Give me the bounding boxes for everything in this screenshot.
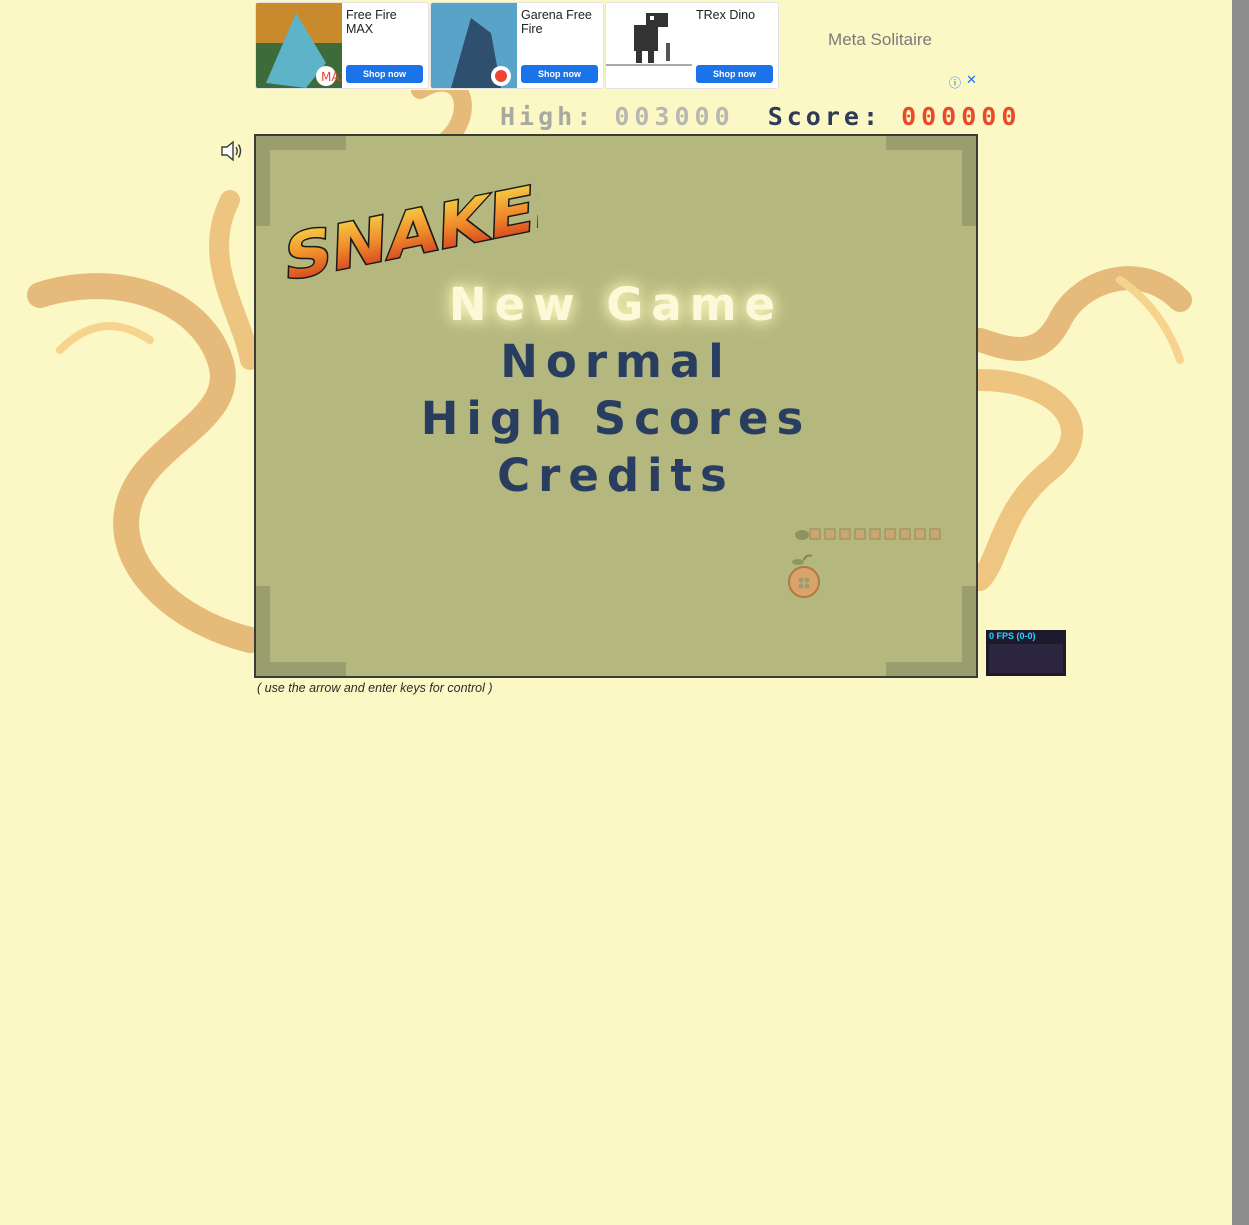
high-score-label: High:	[500, 102, 596, 131]
thumb-label: MAX	[321, 70, 342, 84]
fps-meter: 0 FPS (0-0)	[986, 630, 1066, 676]
menu-credits[interactable]: Credits	[256, 449, 976, 502]
score-value: 000000	[901, 102, 1022, 131]
dino-thumbnail	[606, 3, 692, 88]
high-score-value: 003000	[614, 102, 735, 131]
menu-high-scores[interactable]: High Scores	[256, 392, 976, 445]
speaker-icon[interactable]	[220, 140, 244, 162]
close-icon[interactable]: ✕	[966, 73, 977, 88]
corner-top-right-side	[962, 136, 976, 226]
ad-title: Free Fire MAX	[346, 8, 397, 36]
ad-card-free-fire-max[interactable]: MAX Free Fire MAX Shop now	[255, 2, 429, 89]
ad-card-garena-free-fire[interactable]: Garena Free Fire Shop now	[430, 2, 604, 89]
game-board[interactable]: SNAKES New Game Normal High Scores Credi…	[254, 134, 978, 678]
apple-icon	[788, 554, 820, 598]
ad-banner: MAX Free Fire MAX Shop now Garena Free F…	[254, 0, 980, 90]
corner-bottom-left-side	[256, 586, 270, 676]
corner-top-left-side	[256, 136, 270, 226]
logo-text: SNAKES	[283, 164, 538, 296]
ad-title: Garena Free Fire	[521, 8, 592, 36]
shop-now-button[interactable]: Shop now	[696, 65, 773, 83]
fps-graph	[989, 644, 1063, 673]
ad-thumbnail: MAX	[256, 3, 342, 88]
menu-difficulty-normal[interactable]: Normal	[256, 335, 976, 388]
info-icon[interactable]: ⓘ	[949, 74, 961, 91]
snakes-logo: SNAKES	[282, 162, 538, 296]
control-hint: ( use the arrow and enter keys for contr…	[257, 681, 493, 695]
ad-thumbnail	[431, 3, 517, 88]
shop-now-button[interactable]: Shop now	[346, 65, 423, 83]
ad-card-trex-dino[interactable]: TRex Dino Shop now	[605, 2, 779, 89]
score-bar: High: 003000 Score: 000000	[500, 102, 1016, 134]
score-label: Score:	[767, 102, 883, 131]
ad-text-meta-solitaire[interactable]: Meta Solitaire	[782, 30, 978, 50]
vertical-scrollbar[interactable]	[1232, 0, 1249, 1225]
fps-label: 0 FPS (0-0)	[989, 631, 1036, 641]
shop-now-button[interactable]: Shop now	[521, 65, 598, 83]
menu-new-game[interactable]: New Game	[256, 278, 976, 331]
corner-bottom-right-side	[962, 586, 976, 676]
ad-title: TRex Dino	[696, 8, 756, 22]
